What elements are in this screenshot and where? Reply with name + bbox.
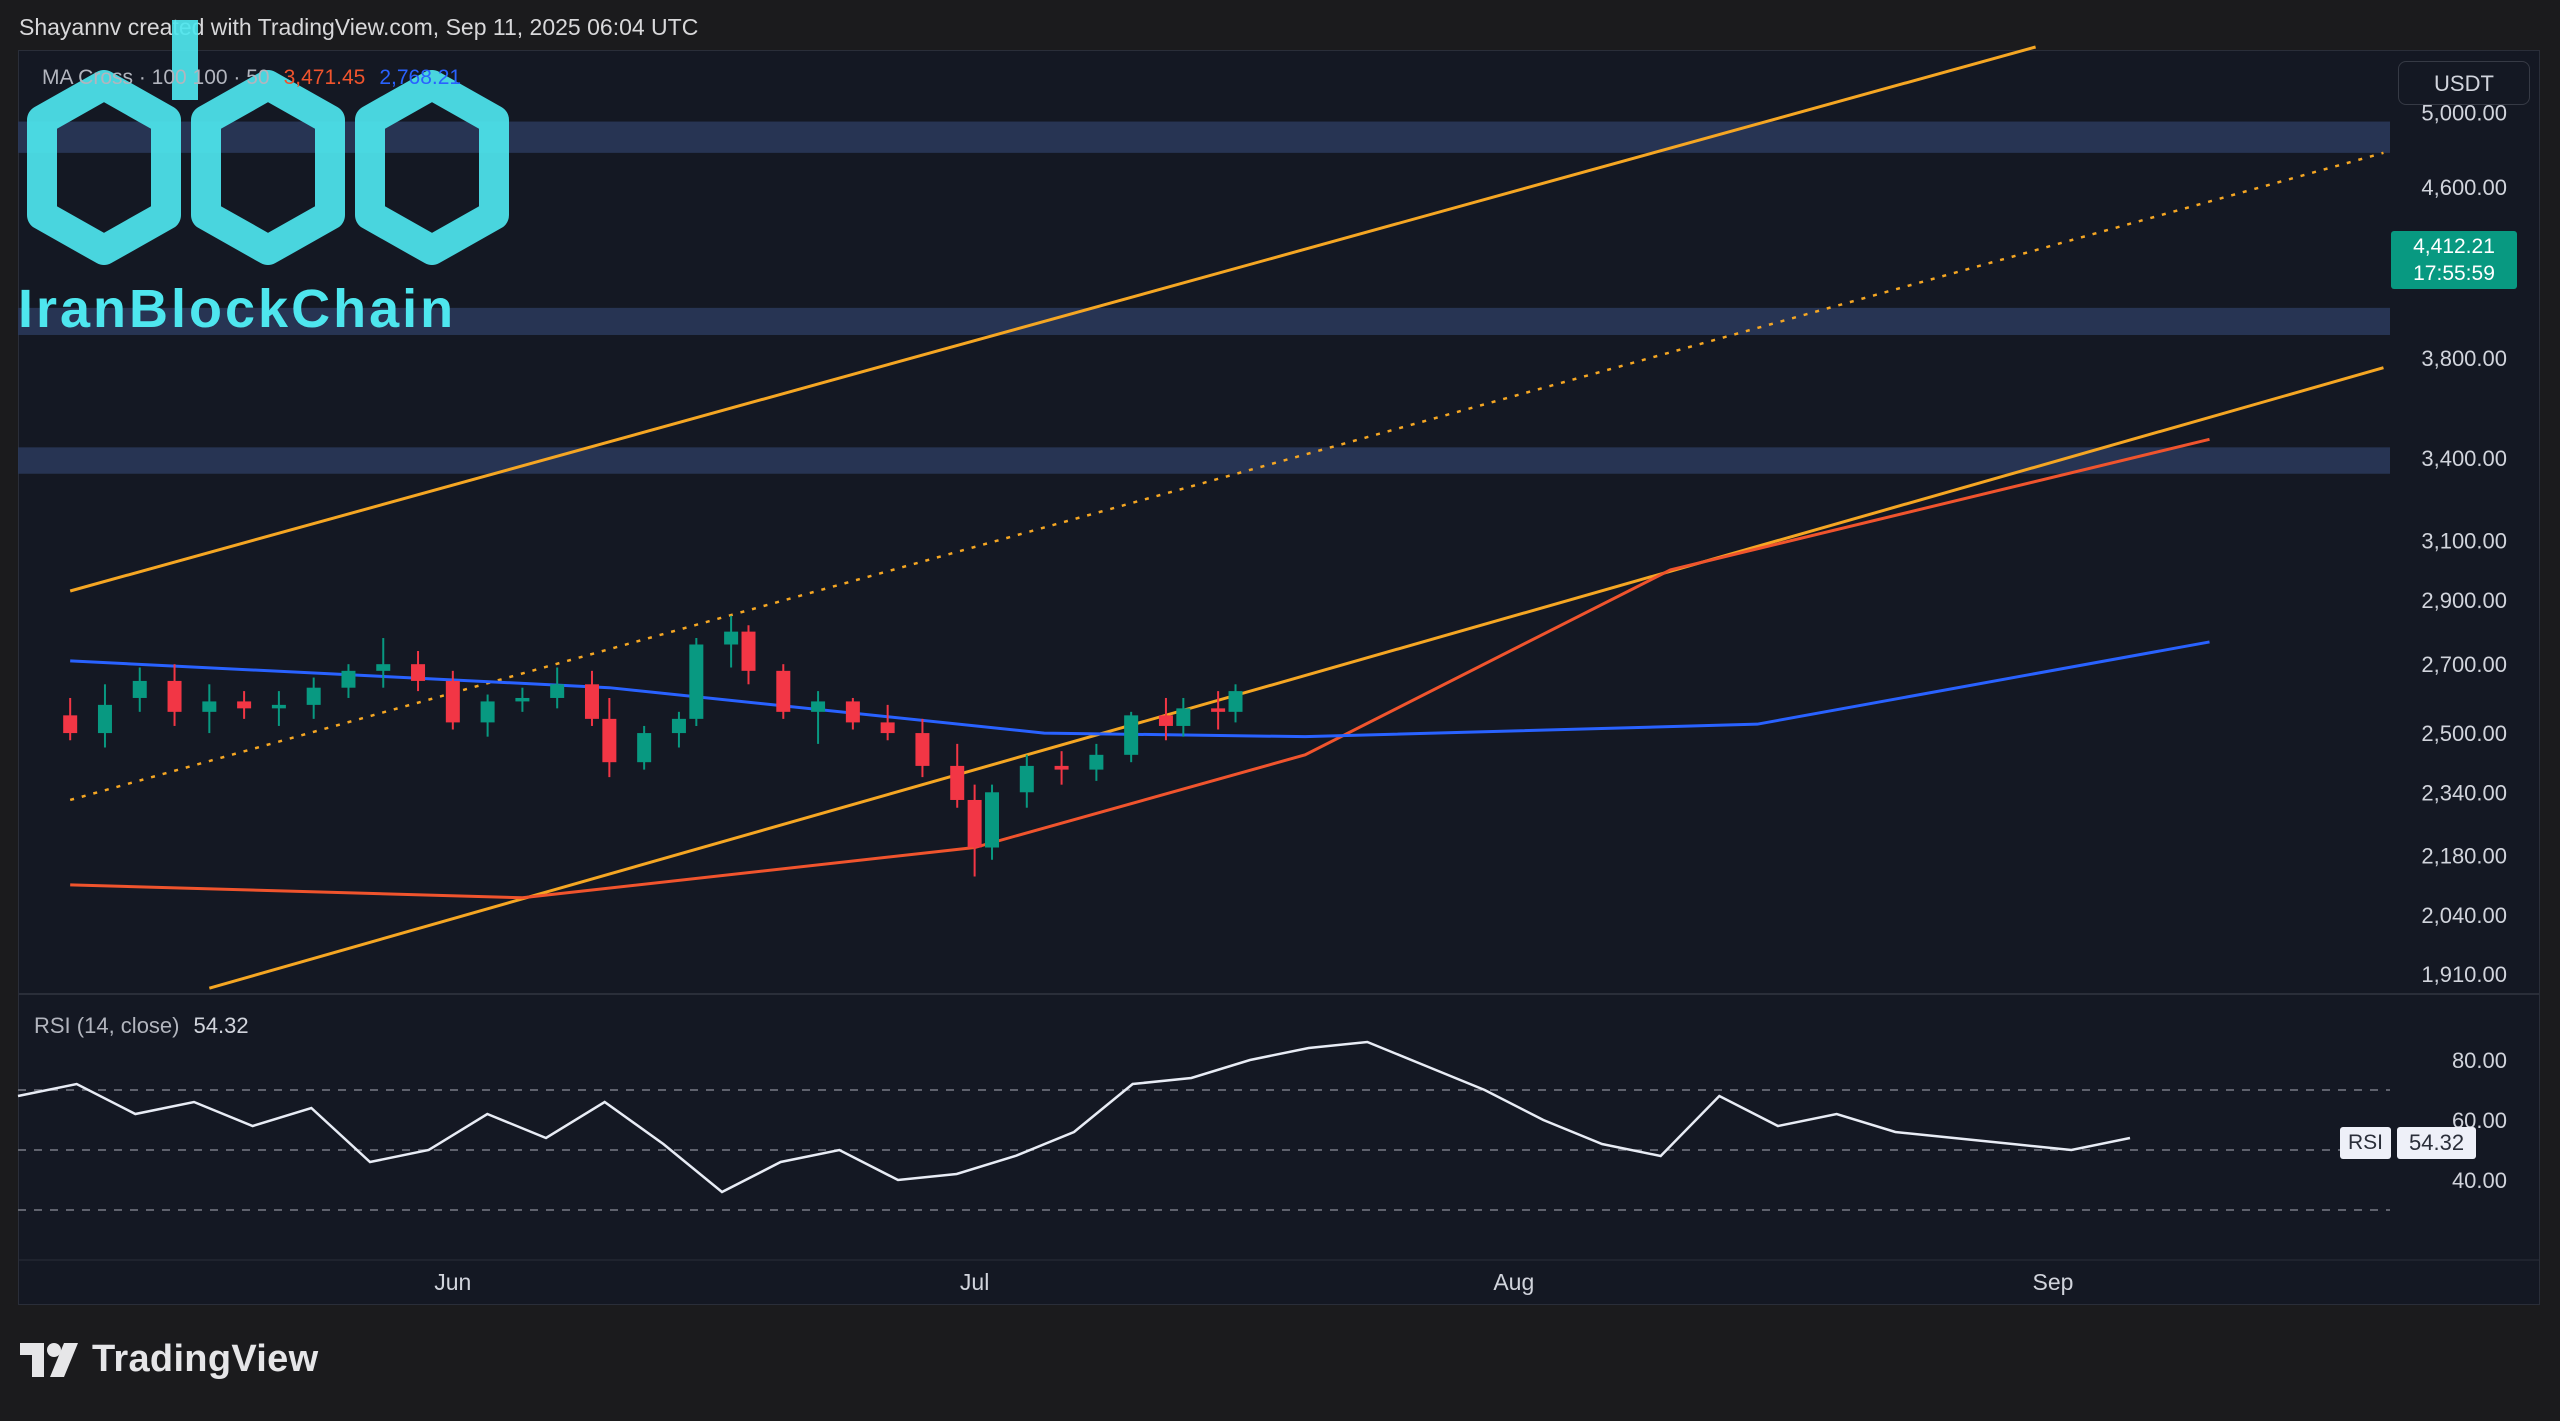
rsi-tick-label: 40.00 xyxy=(2452,1168,2507,1193)
candle-body xyxy=(63,715,78,734)
candle-body xyxy=(776,670,791,712)
price-tick-label: 2,500.00 xyxy=(2421,721,2507,746)
rsi-line xyxy=(17,1040,2131,1194)
rsi-pane: 80.0060.0040.00 xyxy=(17,993,2540,1211)
candle-body xyxy=(237,701,252,709)
candle-body xyxy=(411,664,426,681)
rsi-legend[interactable]: RSI (14, close) 54.32 xyxy=(34,1013,249,1039)
candle-body xyxy=(1019,765,1034,793)
candle-body xyxy=(689,644,704,719)
rsi-tag: RSI 54.32 xyxy=(2340,1127,2477,1159)
last-price-countdown: 17:55:59 xyxy=(2413,262,2495,285)
candle-body xyxy=(584,684,599,719)
candle-body xyxy=(915,733,930,766)
rsi-legend-value: 54.32 xyxy=(193,1013,249,1038)
candle-body xyxy=(845,701,860,723)
candle-body xyxy=(306,687,321,705)
candle-body xyxy=(445,680,460,723)
price-tick-label: 2,900.00 xyxy=(2421,588,2507,613)
price-tick-label: 1,910.00 xyxy=(2421,962,2507,987)
price-tick-label: 2,180.00 xyxy=(2421,844,2507,869)
price-tick-label: 3,400.00 xyxy=(2421,446,2507,471)
candle-body xyxy=(376,664,391,671)
candle-body xyxy=(671,718,686,734)
currency-button[interactable]: USDT xyxy=(2398,61,2530,105)
candle-body xyxy=(602,718,617,763)
candle-body xyxy=(1158,715,1173,726)
candle-body xyxy=(1054,765,1069,770)
candle-body xyxy=(1176,708,1191,726)
price-tick-label: 2,700.00 xyxy=(2421,652,2507,677)
candle-body xyxy=(341,670,356,688)
candle-series xyxy=(63,615,1243,877)
candle-body xyxy=(950,765,965,800)
candle-body xyxy=(811,701,826,712)
rsi-tag-name: RSI xyxy=(2340,1127,2392,1159)
candle-body xyxy=(1228,691,1243,712)
candle-body xyxy=(271,704,286,709)
ma-legend[interactable]: MA Cross · 100 100 · 50 3,471.45 2,768.2… xyxy=(42,66,461,90)
candle-body xyxy=(97,704,112,734)
time-tick-label: Jun xyxy=(434,1269,471,1295)
candle-body xyxy=(480,701,495,723)
candle-body xyxy=(724,631,739,645)
time-tick-label: Aug xyxy=(1493,1269,1534,1295)
watermark-text: IranBlockChain xyxy=(18,279,457,339)
tradingview-icon xyxy=(20,1342,78,1377)
candle-body xyxy=(741,631,756,671)
price-tick-label: 2,340.00 xyxy=(2421,780,2507,805)
ma-legend-value-a: 3,471.45 xyxy=(283,66,366,89)
ma-legend-label: MA Cross · 100 100 · 50 xyxy=(42,66,270,89)
price-tick-label: 3,100.00 xyxy=(2421,529,2507,554)
last-price-tag: 4,412.21 17:55:59 xyxy=(2391,231,2517,289)
last-price-value: 4,412.21 xyxy=(2413,235,2495,258)
candle-body xyxy=(202,701,217,712)
candle-body xyxy=(515,697,530,702)
candle-body xyxy=(1089,754,1104,770)
rsi-tag-value: 54.32 xyxy=(2397,1127,2477,1159)
candle-body xyxy=(132,680,147,698)
candle-body xyxy=(167,680,182,712)
candle-body xyxy=(1124,715,1139,755)
rsi-legend-label: RSI (14, close) xyxy=(34,1013,180,1038)
candle-body xyxy=(985,792,1000,848)
tradingview-brand[interactable]: TradingView xyxy=(20,1338,318,1381)
price-tick-label: 2,040.00 xyxy=(2421,903,2507,928)
candle-body xyxy=(1211,708,1226,712)
candle-body xyxy=(967,799,982,848)
tradingview-name: TradingView xyxy=(92,1338,319,1380)
rsi-tick-label: 80.00 xyxy=(2452,1048,2507,1073)
price-tick-label: 4,600.00 xyxy=(2421,175,2507,200)
candle-body xyxy=(637,733,652,763)
time-tick-label: Jul xyxy=(960,1269,989,1295)
ma-legend-value-b: 2,768.21 xyxy=(379,66,462,89)
price-tick-label: 3,800.00 xyxy=(2421,346,2507,371)
candle-body xyxy=(550,684,565,698)
time-tick-label: Sep xyxy=(2033,1269,2074,1295)
resistance-zone xyxy=(18,447,2390,474)
time-axis: Jun Jul Aug Sep xyxy=(18,1259,2540,1295)
candle-body xyxy=(880,722,895,734)
